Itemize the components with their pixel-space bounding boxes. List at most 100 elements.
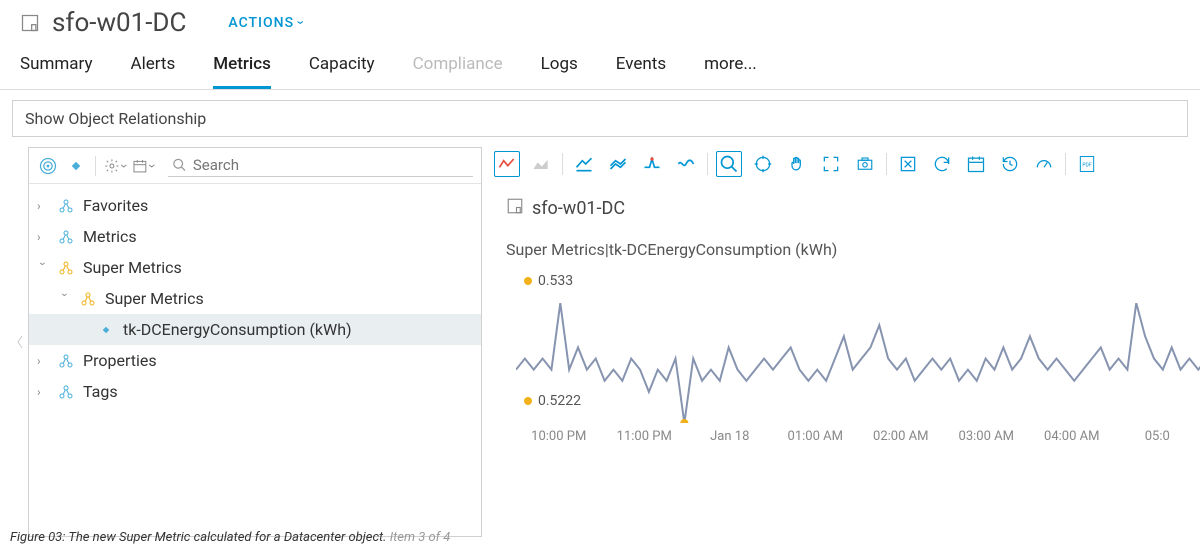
- super-metrics-icon: [79, 290, 97, 308]
- line-chart-icon[interactable]: [494, 151, 520, 177]
- dot-icon: [524, 277, 532, 285]
- tab-capacity[interactable]: Capacity: [309, 54, 375, 89]
- tab-compliance: Compliance: [413, 54, 503, 89]
- chart-area[interactable]: 0.533 0.5222 10:00 PM11:00 PMJan 1801:00…: [506, 273, 1200, 483]
- zoom-icon[interactable]: [716, 151, 742, 177]
- tab-logs[interactable]: Logs: [541, 54, 578, 89]
- gear-icon[interactable]: [104, 155, 126, 177]
- chevron-right-icon: ›: [37, 385, 49, 399]
- fit-icon[interactable]: [818, 151, 844, 177]
- x-tick: 10:00 PM: [516, 429, 602, 444]
- tab-events[interactable]: Events: [616, 54, 666, 89]
- refresh-icon[interactable]: [929, 151, 955, 177]
- tree-label: Metrics: [83, 227, 137, 246]
- toolbar-separator: [886, 153, 887, 175]
- toolbar-separator: [95, 156, 96, 176]
- x-tick: Jan 18: [687, 429, 773, 444]
- calendar-icon[interactable]: [132, 155, 154, 177]
- chart-header: sfo-w01-DC: [494, 185, 1200, 222]
- left-toolbar: [29, 148, 481, 184]
- tree-label: Favorites: [83, 196, 148, 215]
- chevron-down-icon: ›: [58, 293, 72, 305]
- tab-bar: Summary Alerts Metrics Capacity Complian…: [0, 42, 1200, 90]
- chart-subtitle: Super Metrics|tk-DCEnergyConsumption (kW…: [494, 222, 1200, 267]
- x-tick: 03:00 AM: [944, 429, 1030, 444]
- tree-favorites[interactable]: › Favorites: [29, 190, 481, 221]
- object-header: sfo-w01-DC ACTIONS: [0, 0, 1200, 42]
- x-tick: 04:00 AM: [1029, 429, 1115, 444]
- wave-icon[interactable]: [673, 151, 699, 177]
- diamond-icon[interactable]: [65, 155, 87, 177]
- chevron-down-icon: [122, 158, 126, 174]
- x-tick: 11:00 PM: [602, 429, 688, 444]
- tree-metrics[interactable]: › Metrics: [29, 221, 481, 252]
- search-icon: [172, 157, 187, 173]
- gauge-icon[interactable]: [1031, 151, 1057, 177]
- date-range-icon[interactable]: [963, 151, 989, 177]
- metrics-tree: › Favorites › Metrics › Super Metrics › …: [29, 184, 481, 413]
- show-object-relationship[interactable]: Show Object Relationship: [12, 100, 1188, 137]
- actions-label: ACTIONS: [228, 15, 294, 31]
- datacenter-icon: [20, 13, 40, 33]
- tree-tags[interactable]: › Tags: [29, 376, 481, 407]
- history-icon[interactable]: [997, 151, 1023, 177]
- x-axis: 10:00 PM11:00 PMJan 1801:00 AM02:00 AM03…: [516, 429, 1200, 444]
- snapshot-icon[interactable]: [852, 151, 878, 177]
- object-title: sfo-w01-DC: [52, 8, 186, 38]
- properties-icon: [57, 352, 75, 370]
- target-icon[interactable]: [37, 155, 59, 177]
- actions-menu[interactable]: ACTIONS: [228, 15, 303, 31]
- tree-label: Properties: [83, 351, 157, 370]
- main-content: › Favorites › Metrics › Super Metrics › …: [12, 147, 1200, 537]
- tab-alerts[interactable]: Alerts: [130, 54, 175, 89]
- chevron-right-icon: ›: [37, 230, 49, 244]
- search-box[interactable]: [168, 154, 473, 177]
- export-pdf-icon[interactable]: PDF: [1074, 151, 1100, 177]
- tree-properties[interactable]: › Properties: [29, 345, 481, 376]
- x-tick: 02:00 AM: [858, 429, 944, 444]
- metrics-icon: [57, 228, 75, 246]
- chevron-down-icon: [298, 15, 303, 31]
- trend-up-icon[interactable]: [571, 151, 597, 177]
- toolbar-separator: [707, 153, 708, 175]
- chart-toolbar: PDF: [494, 147, 1200, 185]
- trend-range-icon[interactable]: [605, 151, 631, 177]
- metrics-tree-panel: › Favorites › Metrics › Super Metrics › …: [28, 147, 482, 537]
- tree-label: Tags: [83, 382, 118, 401]
- tree-label: Super Metrics: [105, 289, 204, 308]
- tree-super-metrics[interactable]: › Super Metrics: [29, 252, 481, 283]
- tab-metrics[interactable]: Metrics: [213, 54, 271, 89]
- clear-icon[interactable]: [895, 151, 921, 177]
- line-chart-svg: [516, 303, 1200, 423]
- tree-label: tk-DCEnergyConsumption (kWh): [123, 320, 352, 339]
- x-tick: 01:00 AM: [773, 429, 859, 444]
- toolbar-separator: [1065, 153, 1066, 175]
- chart-panel: PDF sfo-w01-DC Super Metrics|tk-DCEnergy…: [494, 147, 1200, 537]
- x-tick: 05:0: [1115, 429, 1200, 444]
- tree-label: Super Metrics: [83, 258, 182, 277]
- chevron-down-icon: [150, 158, 154, 174]
- chevron-down-icon: ›: [36, 262, 50, 274]
- chart-title: sfo-w01-DC: [532, 198, 625, 219]
- tab-more[interactable]: more...: [704, 54, 757, 89]
- datacenter-icon: [506, 197, 524, 220]
- tree-metric-selected[interactable]: tk-DCEnergyConsumption (kWh): [29, 314, 481, 345]
- caption-item: Item 3 of 4: [390, 530, 451, 545]
- crosshair-icon[interactable]: [750, 151, 776, 177]
- svg-text:PDF: PDF: [1082, 163, 1091, 169]
- metric-point-icon: [97, 321, 115, 339]
- chevron-right-icon: ›: [37, 199, 49, 213]
- search-input[interactable]: [193, 156, 469, 174]
- favorites-icon: [57, 197, 75, 215]
- tree-super-metrics-group[interactable]: › Super Metrics: [29, 283, 481, 314]
- tags-icon: [57, 383, 75, 401]
- chevron-right-icon: ›: [37, 354, 49, 368]
- expand-handle-left[interactable]: [12, 147, 28, 537]
- figure-caption: Figure 03: The new Super Metric calculat…: [10, 530, 450, 545]
- pan-icon[interactable]: [784, 151, 810, 177]
- tab-summary[interactable]: Summary: [20, 54, 92, 89]
- super-metrics-icon: [57, 259, 75, 277]
- toolbar-separator: [562, 153, 563, 175]
- area-chart-icon[interactable]: [528, 151, 554, 177]
- anomaly-icon[interactable]: [639, 151, 665, 177]
